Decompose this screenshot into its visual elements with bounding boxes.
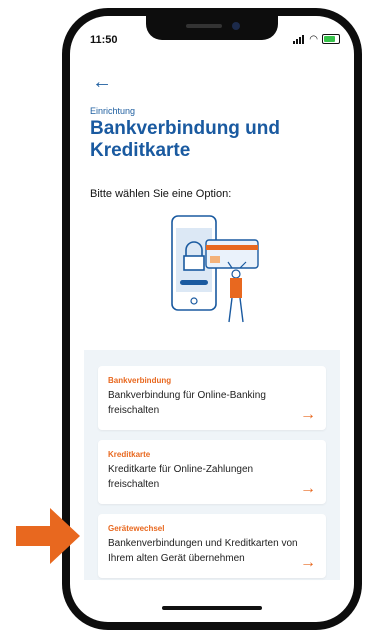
battery-icon — [322, 34, 340, 44]
phone-frame: 11:50 ◠ ← Einrichtung Bankverbindung und… — [62, 8, 362, 630]
arrow-right-icon: → — [300, 406, 316, 423]
pointer-arrow-icon — [16, 508, 80, 564]
option-description: Bankenverbindungen und Kreditkarten von … — [108, 538, 298, 564]
app-screen: 11:50 ◠ ← Einrichtung Bankverbindung und… — [70, 16, 354, 622]
option-description: Kreditkarte für Online-Zahlungen freisch… — [108, 464, 254, 490]
options-area: Bankverbindung Bankverbindung für Online… — [84, 350, 340, 580]
bank-card-illustration — [171, 215, 259, 323]
page-title: Bankverbindung und Kreditkarte — [90, 118, 280, 161]
option-label: Gerätewechsel — [108, 524, 165, 533]
back-arrow-icon[interactable]: ← — [92, 71, 112, 94]
option-label: Kreditkarte — [108, 450, 151, 459]
home-indicator — [162, 606, 262, 610]
wifi-icon: ◠ — [309, 33, 318, 45]
arrow-right-icon: → — [300, 554, 316, 571]
status-time: 11:50 — [90, 34, 118, 46]
option-geraetewechsel[interactable]: Gerätewechsel Bankenverbindungen und Kre… — [98, 514, 326, 578]
status-icons: ◠ — [293, 34, 340, 44]
phone-notch — [146, 16, 278, 40]
speaker-grille — [186, 24, 222, 28]
option-kreditkarte[interactable]: Kreditkarte Kreditkarte für Online-Zahlu… — [98, 440, 326, 504]
option-label: Bankverbindung — [108, 376, 172, 385]
arrow-right-icon: → — [300, 480, 316, 497]
page-eyebrow: Einrichtung — [90, 106, 136, 116]
page-subtitle: Bitte wählen Sie eine Option: — [90, 188, 232, 200]
option-description: Bankverbindung für Online-Banking freisc… — [108, 390, 266, 416]
signal-icon — [293, 34, 305, 44]
front-camera — [232, 22, 240, 30]
option-bankverbindung[interactable]: Bankverbindung Bankverbindung für Online… — [98, 366, 326, 430]
